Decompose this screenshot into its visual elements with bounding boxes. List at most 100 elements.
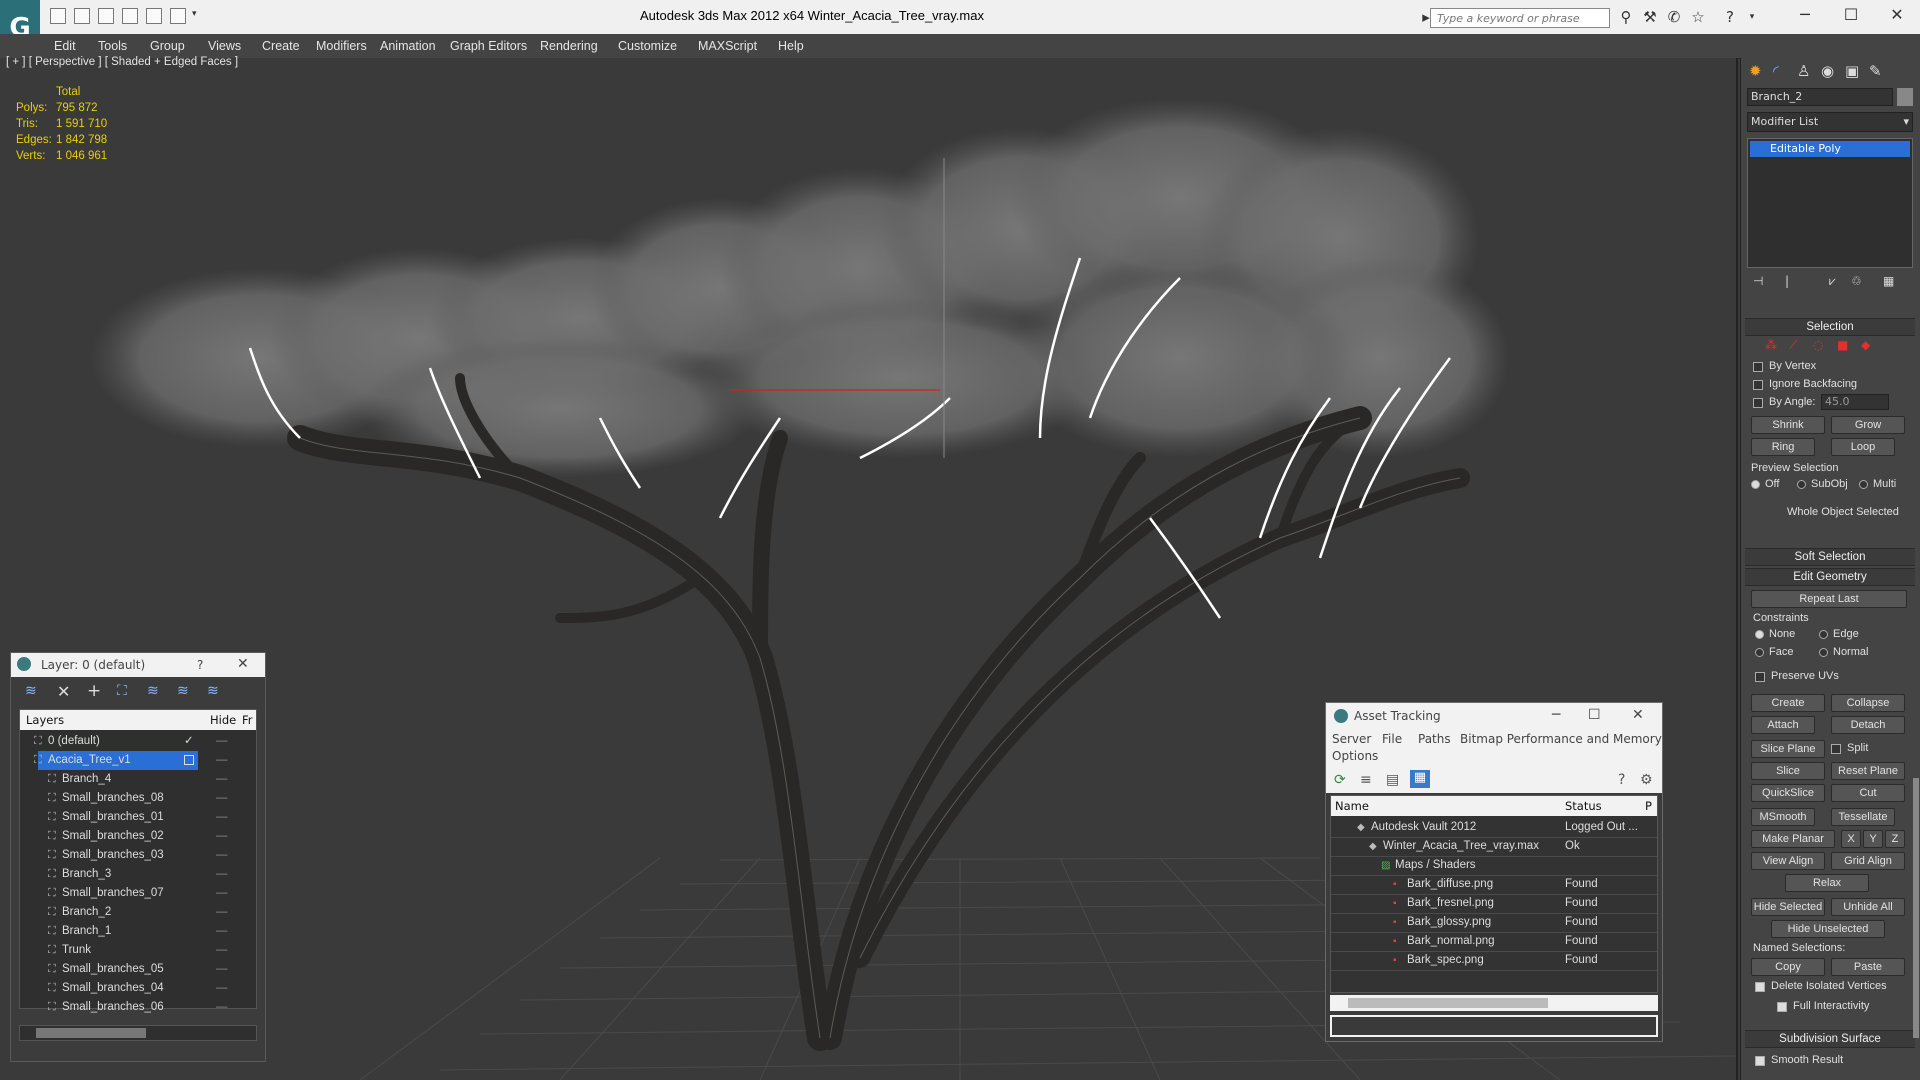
shrink-button[interactable]: Shrink (1751, 416, 1825, 434)
layer-row[interactable]: ⛶ Small_branches_02 — (20, 827, 256, 846)
modifier-list-dropdown[interactable]: Modifier List ▾ (1747, 112, 1913, 132)
constraint-none-radio[interactable] (1755, 630, 1764, 639)
angle-spinner[interactable]: 45.0 (1821, 394, 1889, 410)
detach-button[interactable]: Detach (1831, 716, 1905, 734)
col-name[interactable]: Name (1335, 796, 1369, 816)
current-layer-check-icon[interactable]: ✓ (184, 732, 194, 751)
layer-scroll-thumb[interactable] (36, 1028, 146, 1038)
object-name-field[interactable]: Branch_2 (1747, 88, 1893, 106)
grid-align-button[interactable]: Grid Align (1831, 852, 1905, 870)
hide-toggle[interactable]: — (216, 808, 228, 827)
table-view-icon[interactable]: ▦ (1410, 770, 1430, 788)
configure-sets-icon[interactable]: ▦ (1883, 274, 1894, 288)
layer-row[interactable]: ⛶ 0 (default) ✓ — (20, 732, 256, 751)
menu-customize[interactable]: Customize (618, 39, 677, 53)
asset-help-icon[interactable]: ? (1618, 772, 1625, 788)
hide-selected-button[interactable]: Hide Selected (1751, 898, 1825, 916)
layer-hide-all-icon[interactable]: ≋ (177, 683, 189, 699)
slice-button[interactable]: Slice (1751, 762, 1825, 780)
layer-row[interactable]: ⛶ Small_branches_08 — (20, 789, 256, 808)
layer-select-icon[interactable]: ⛶ (117, 683, 127, 699)
layer-row[interactable]: ⛶ Acacia_Tree_v1 — (20, 751, 256, 770)
undo-icon[interactable] (98, 8, 114, 24)
remove-modifier-icon[interactable]: ♲ (1851, 274, 1862, 288)
object-color-swatch[interactable] (1897, 88, 1913, 106)
menu-tools[interactable]: Tools (98, 39, 127, 53)
help-dropdown-icon[interactable]: ▾ (1742, 8, 1762, 26)
asset-menu-bitmap[interactable]: Bitmap Performance and Memory (1460, 732, 1662, 746)
menu-modifiers[interactable]: Modifiers (316, 39, 367, 53)
menu-animation[interactable]: Animation (380, 39, 436, 53)
current-layer-box[interactable] (184, 755, 194, 765)
asset-menu-paths[interactable]: Paths (1418, 732, 1451, 746)
ignore-backfacing-checkbox[interactable] (1753, 380, 1763, 390)
asset-maximize-button[interactable]: ☐ (1588, 707, 1601, 723)
col-hide[interactable]: Hide (210, 710, 236, 730)
asset-close-button[interactable]: ✕ (1632, 707, 1644, 723)
menu-edit[interactable]: Edit (54, 39, 76, 53)
layer-row[interactable]: ⛶ Small_branches_04 — (20, 979, 256, 998)
hide-toggle[interactable]: — (216, 922, 228, 941)
rollout-edit-geometry[interactable]: Edit Geometry (1745, 568, 1915, 586)
planar-y-button[interactable]: Y (1863, 830, 1883, 848)
menu-group[interactable]: Group (150, 39, 185, 53)
quickslice-button[interactable]: QuickSlice (1751, 784, 1825, 802)
hide-toggle[interactable]: — (216, 998, 228, 1017)
msmooth-button[interactable]: MSmooth (1751, 808, 1815, 826)
relax-button[interactable]: Relax (1785, 874, 1869, 892)
constraint-normal-radio[interactable] (1819, 648, 1828, 657)
col-status[interactable]: Status (1565, 796, 1602, 816)
col-freeze[interactable]: Fr (242, 710, 253, 730)
layer-row[interactable]: ⛶ Small_branches_01 — (20, 808, 256, 827)
asset-row[interactable]: ◆ Winter_Acacia_Tree_vray.max Ok (1331, 837, 1657, 857)
planar-z-button[interactable]: Z (1885, 830, 1905, 848)
grow-button[interactable]: Grow (1831, 416, 1905, 434)
layer-row[interactable]: ⛶ Branch_3 — (20, 865, 256, 884)
layer-add-icon[interactable]: + (87, 681, 101, 701)
rollout-subdivision-surface[interactable]: Subdivision Surface (1745, 1030, 1915, 1048)
preview-off-radio[interactable] (1751, 480, 1760, 489)
layer-highlight-icon[interactable]: ≋ (147, 683, 159, 699)
layer-row[interactable]: ⛶ Small_branches_05 — (20, 960, 256, 979)
hide-toggle[interactable]: — (216, 884, 228, 903)
layer-delete-icon[interactable]: ✕ (57, 682, 70, 701)
modify-tab-icon[interactable]: ◜ (1773, 62, 1779, 80)
menu-graph-editors[interactable]: Graph Editors (450, 39, 527, 53)
hold-icon[interactable] (146, 8, 162, 24)
search-input[interactable]: Type a keyword or phrase (1430, 8, 1610, 28)
redo-icon[interactable] (122, 8, 138, 24)
asset-minimize-button[interactable]: ─ (1552, 707, 1560, 723)
col-path[interactable]: P (1645, 796, 1652, 816)
close-button[interactable]: ✕ (1874, 0, 1920, 30)
maximize-button[interactable]: ☐ (1828, 0, 1874, 30)
asset-row[interactable]: ▪ Bark_spec.png Found (1331, 951, 1657, 971)
asset-row[interactable]: ▪ Bark_glossy.png Found (1331, 913, 1657, 933)
rollout-selection[interactable]: Selection (1745, 318, 1915, 336)
layer-window-titlebar[interactable]: Layer: 0 (default) ? ✕ (11, 653, 265, 677)
save-file-icon[interactable] (74, 8, 90, 24)
rollout-soft-selection[interactable]: Soft Selection (1745, 548, 1915, 566)
cut-button[interactable]: Cut (1831, 784, 1905, 802)
detail-view-icon[interactable]: ▤ (1386, 772, 1399, 788)
viewport-label[interactable]: [ + ] [ Perspective ] [ Shaded + Edged F… (6, 56, 238, 68)
asset-menu-options[interactable]: Options (1332, 749, 1378, 763)
menu-help[interactable]: Help (778, 39, 804, 53)
repeat-last-button[interactable]: Repeat Last (1751, 590, 1907, 608)
preview-subobj-radio[interactable] (1797, 480, 1806, 489)
asset-hscrollbar[interactable] (1330, 995, 1658, 1011)
hide-toggle[interactable]: — (216, 789, 228, 808)
col-layers[interactable]: Layers (26, 710, 64, 730)
asset-menu-file[interactable]: File (1382, 732, 1402, 746)
hide-toggle[interactable]: — (216, 960, 228, 979)
constraint-face-radio[interactable] (1755, 648, 1764, 657)
edge-mode-icon[interactable]: ⟋ (1789, 338, 1797, 353)
create-tab-icon[interactable]: ✹ (1749, 62, 1762, 80)
element-mode-icon[interactable]: ◆ (1861, 338, 1870, 352)
layer-row[interactable]: ⛶ Small_branches_07 — (20, 884, 256, 903)
smooth-result-checkbox[interactable] (1755, 1056, 1765, 1066)
layer-help-button[interactable]: ? (197, 658, 203, 672)
command-panel-scrollbar[interactable] (1913, 778, 1919, 1038)
layer-row[interactable]: ⛶ Branch_4 — (20, 770, 256, 789)
hide-toggle[interactable]: — (216, 827, 228, 846)
hierarchy-tab-icon[interactable]: ♙ (1797, 62, 1810, 80)
